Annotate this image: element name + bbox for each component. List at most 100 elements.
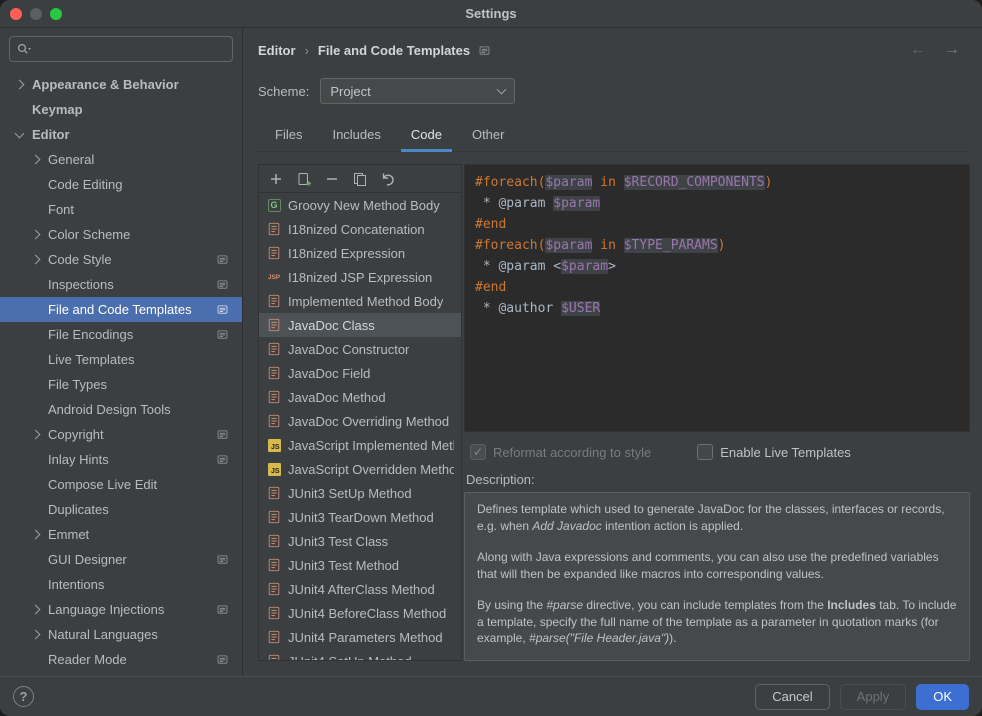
ok-button[interactable]: OK <box>916 684 969 710</box>
template-item-junit3-test-method[interactable]: JUnit3 Test Method <box>259 553 461 577</box>
template-item-javadoc-method[interactable]: JavaDoc Method <box>259 385 461 409</box>
template-item-javadoc-field[interactable]: JavaDoc Field <box>259 361 461 385</box>
template-item-label: JavaDoc Overriding Method <box>288 414 449 429</box>
template-code-editor[interactable]: #foreach($param in $RECORD_COMPONENTS) *… <box>464 164 970 432</box>
template-item-implemented-method-body[interactable]: Implemented Method Body <box>259 289 461 313</box>
template-item-label: JUnit3 Test Class <box>288 534 388 549</box>
help-button[interactable]: ? <box>13 686 34 707</box>
template-item-groovy-new-method-body[interactable]: GGroovy New Method Body <box>259 193 461 217</box>
sidebar-item-live-templates[interactable]: Live Templates <box>0 347 242 372</box>
duplicate-icon <box>352 171 368 187</box>
back-button[interactable]: ← <box>910 41 926 59</box>
template-item-javadoc-constructor[interactable]: JavaDoc Constructor <box>259 337 461 361</box>
settings-sidebar: Appearance & BehaviorKeymapEditorGeneral… <box>0 28 243 676</box>
chevron-right-icon[interactable] <box>30 631 48 638</box>
tab-includes[interactable]: Includes <box>317 118 395 151</box>
template-item-junit3-teardown-method[interactable]: JUnit3 TearDown Method <box>259 505 461 529</box>
chevron-right-icon[interactable] <box>30 156 48 163</box>
sidebar-item-natural-languages[interactable]: Natural Languages <box>0 622 242 647</box>
template-item-junit3-setup-method[interactable]: JUnit3 SetUp Method <box>259 481 461 505</box>
duplicate-template-button[interactable] <box>352 171 368 187</box>
template-item-label: JUnit4 SetUp Method <box>288 654 412 661</box>
sidebar-item-label: Code Editing <box>48 177 122 192</box>
template-item-junit3-test-class[interactable]: JUnit3 Test Class <box>259 529 461 553</box>
chevron-down-icon[interactable] <box>14 133 32 137</box>
template-item-junit4-afterclass-method[interactable]: JUnit4 AfterClass Method <box>259 577 461 601</box>
sidebar-item-file-encodings[interactable]: File Encodings <box>0 322 242 347</box>
code-line: #end <box>475 277 959 298</box>
breadcrumb-item-file-and-code-templates[interactable]: File and Code Templates <box>318 43 470 58</box>
code-token: in <box>600 175 616 190</box>
sidebar-item-general[interactable]: General <box>0 147 242 172</box>
project-level-icon <box>216 253 229 266</box>
sidebar-item-inlay-hints[interactable]: Inlay Hints <box>0 447 242 472</box>
tab-files[interactable]: Files <box>260 118 317 151</box>
breadcrumb: Editor › File and Code Templates ← → <box>258 28 970 72</box>
sidebar-item-editor[interactable]: Editor <box>0 122 242 147</box>
chevron-right-icon[interactable] <box>30 231 48 238</box>
chevron-right-icon[interactable] <box>30 431 48 438</box>
sidebar-item-inspections[interactable]: Inspections <box>0 272 242 297</box>
template-item-junit4-parameters-method[interactable]: JUnit4 Parameters Method <box>259 625 461 649</box>
chevron-right-icon[interactable] <box>14 81 32 88</box>
template-item-label: JavaDoc Field <box>288 366 370 381</box>
template-item-i18nized-jsp-expression[interactable]: JSPI18nized JSP Expression <box>259 265 461 289</box>
sidebar-item-file-and-code-templates[interactable]: File and Code Templates <box>0 297 242 322</box>
sidebar-item-reader-mode[interactable]: Reader Mode <box>0 647 242 672</box>
template-item-junit4-setup-method[interactable]: JUnit4 SetUp Method <box>259 649 461 660</box>
template-icon <box>266 365 282 381</box>
template-item-javadoc-class[interactable]: JavaDoc Class <box>259 313 461 337</box>
sidebar-item-color-scheme[interactable]: Color Scheme <box>0 222 242 247</box>
template-item-label: JavaDoc Method <box>288 390 386 405</box>
close-button[interactable] <box>10 8 22 20</box>
sidebar-item-code-editing[interactable]: Code Editing <box>0 172 242 197</box>
sidebar-item-file-types[interactable]: File Types <box>0 372 242 397</box>
sidebar-item-intentions[interactable]: Intentions <box>0 572 242 597</box>
reset-template-button[interactable] <box>380 171 396 187</box>
sidebar-item-appearance-behavior[interactable]: Appearance & Behavior <box>0 72 242 97</box>
scheme-select[interactable]: Project <box>320 78 515 104</box>
template-item-label: JUnit4 AfterClass Method <box>288 582 435 597</box>
template-item-label: JavaScript Overridden Method <box>288 462 454 477</box>
cancel-button[interactable]: Cancel <box>755 684 829 710</box>
revert-icon <box>380 171 396 187</box>
chevron-right-icon[interactable] <box>30 256 48 263</box>
tab-code[interactable]: Code <box>396 118 457 151</box>
template-item-javascript-overridden-method[interactable]: JSJavaScript Overridden Method <box>259 457 461 481</box>
code-line: #foreach($param in $TYPE_PARAMS) <box>475 235 959 256</box>
zoom-button[interactable] <box>50 8 62 20</box>
enable-live-templates-checkbox[interactable]: Enable Live Templates <box>697 444 851 460</box>
sidebar-item-code-style[interactable]: Code Style <box>0 247 242 272</box>
code-token: #foreach( <box>475 238 545 253</box>
sidebar-item-gui-designer[interactable]: GUI Designer <box>0 547 242 572</box>
tab-other[interactable]: Other <box>457 118 520 151</box>
code-token <box>616 175 624 190</box>
code-token: * @param <box>475 196 553 211</box>
sidebar-item-copyright[interactable]: Copyright <box>0 422 242 447</box>
sidebar-item-android-design-tools[interactable]: Android Design Tools <box>0 397 242 422</box>
chevron-right-icon[interactable] <box>30 606 48 613</box>
sidebar-item-language-injections[interactable]: Language Injections <box>0 597 242 622</box>
scheme-label: Scheme: <box>258 84 309 99</box>
search-box[interactable] <box>9 36 233 62</box>
sidebar-item-emmet[interactable]: Emmet <box>0 522 242 547</box>
sidebar-item-font[interactable]: Font <box>0 197 242 222</box>
forward-button[interactable]: → <box>944 41 960 59</box>
chevron-right-icon[interactable] <box>30 531 48 538</box>
template-item-javadoc-overriding-method[interactable]: JavaDoc Overriding Method <box>259 409 461 433</box>
add-template-button[interactable] <box>268 171 284 187</box>
search-input[interactable] <box>35 42 226 57</box>
sidebar-item-compose-live-edit[interactable]: Compose Live Edit <box>0 472 242 497</box>
remove-template-button[interactable] <box>324 171 340 187</box>
create-child-template-button[interactable] <box>296 171 312 187</box>
breadcrumb-item-editor[interactable]: Editor <box>258 43 296 58</box>
template-item-i18nized-concatenation[interactable]: I18nized Concatenation <box>259 217 461 241</box>
template-item-javascript-implemented-method[interactable]: JSJavaScript Implemented Method <box>259 433 461 457</box>
template-item-i18nized-expression[interactable]: I18nized Expression <box>259 241 461 265</box>
scheme-selected-value: Project <box>330 84 370 99</box>
code-line: * @param <$param> <box>475 256 959 277</box>
sidebar-item-keymap[interactable]: Keymap <box>0 97 242 122</box>
template-item-junit4-beforeclass-method[interactable]: JUnit4 BeforeClass Method <box>259 601 461 625</box>
sidebar-item-duplicates[interactable]: Duplicates <box>0 497 242 522</box>
project-level-icon <box>216 303 229 316</box>
